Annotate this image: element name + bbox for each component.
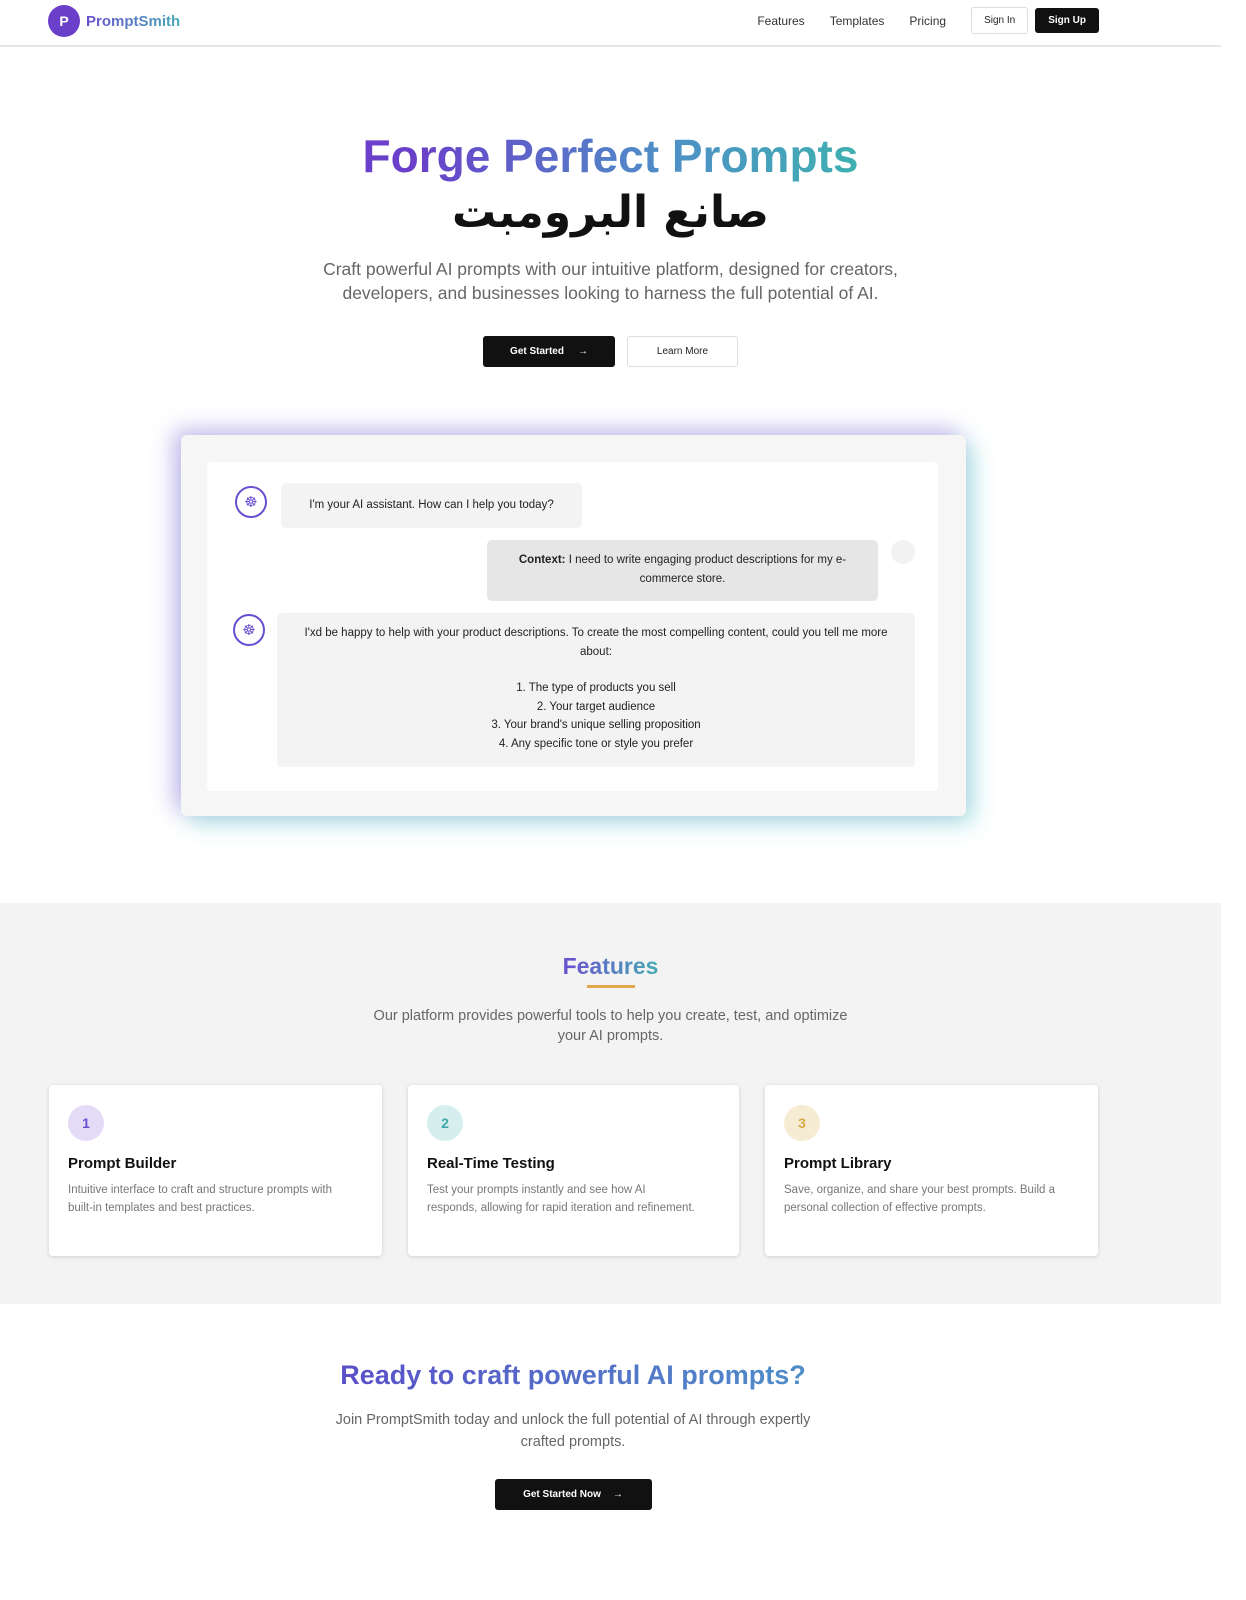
get-started-now-button[interactable]: Get Started Now → [494, 1479, 652, 1510]
brand-name: PromptSmith [86, 12, 181, 30]
feature-title: Real-Time Testing [427, 1155, 555, 1172]
hero-subtitle: Craft powerful AI prompts with our intui… [323, 259, 898, 303]
assistant-message: I'xd be happy to help with your product … [277, 613, 915, 767]
chat-demo: ☸ I'm your AI assistant. How can I help … [181, 435, 966, 816]
user-avatar [891, 540, 915, 564]
assistant-message: I'm your AI assistant. How can I help yo… [281, 483, 582, 528]
list-item: 1. The type of products you sell [516, 682, 676, 694]
get-started-label: Get Started [510, 346, 564, 357]
brain-icon: ☸ [235, 486, 267, 518]
feature-number: 2 [427, 1105, 463, 1141]
cta-title: Ready to craft powerful AI prompts? [340, 1360, 806, 1390]
feature-number: 1 [68, 1105, 104, 1141]
nav-pricing[interactable]: Pricing [909, 14, 946, 28]
nav-templates[interactable]: Templates [830, 14, 885, 28]
features-section: Features Our platform provides powerful … [0, 903, 1221, 1304]
feature-card: 3 Prompt Library Save, organize, and sha… [765, 1085, 1098, 1256]
get-started-button[interactable]: Get Started → [483, 336, 615, 367]
hero-title: Forge Perfect Prompts [362, 130, 859, 182]
cta-section: Ready to craft powerful AI prompts? Join… [0, 1360, 1146, 1510]
title-underline [586, 985, 635, 988]
logo-icon: P [48, 5, 80, 37]
assistant-intro: I'xd be happy to help with your product … [304, 627, 888, 658]
nav-features[interactable]: Features [757, 14, 804, 28]
feature-desc: Save, organize, and share your best prom… [784, 1184, 1056, 1214]
list-item: 2. Your target audience [536, 700, 656, 713]
sign-up-button[interactable]: Sign Up [1035, 8, 1099, 33]
user-message: Context: I need to write engaging produc… [487, 540, 878, 601]
user-message-text: I need to write engaging product descrip… [565, 554, 847, 585]
top-nav: P PromptSmith Features Templates Pricing… [0, 0, 1221, 47]
feature-card: 2 Real-Time Testing Test your prompts in… [408, 1085, 739, 1256]
features-subtitle: Our platform provides powerful tools to … [373, 1008, 848, 1044]
hero: Forge Perfect Prompts صانع البرومبت Craf… [0, 47, 1221, 367]
list-item: 4. Any specific tone or style you prefer [498, 737, 694, 750]
get-started-now-label: Get Started Now [523, 1489, 601, 1500]
feature-number: 3 [784, 1105, 820, 1141]
features-title: Features [562, 953, 659, 979]
hero-arabic-title: صانع البرومبت [451, 187, 769, 238]
feature-title: Prompt Builder [68, 1155, 177, 1172]
learn-more-button[interactable]: Learn More [627, 336, 738, 367]
feature-card: 1 Prompt Builder Intuitive interface to … [49, 1085, 382, 1256]
logo[interactable]: P PromptSmith [48, 5, 180, 37]
list-item: 3. Your brand's unique selling propositi… [491, 719, 701, 731]
brain-icon: ☸ [233, 614, 265, 646]
feature-desc: Intuitive interface to craft and structu… [68, 1184, 332, 1214]
feature-desc: Test your prompts instantly and see how … [427, 1184, 695, 1214]
arrow-right-icon: → [577, 346, 588, 357]
sign-in-button[interactable]: Sign In [971, 7, 1029, 34]
cta-subtitle: Join PromptSmith today and unlock the fu… [335, 1412, 811, 1450]
feature-title: Prompt Library [784, 1155, 892, 1172]
context-label: Context: [518, 554, 566, 566]
arrow-right-icon: → [612, 1489, 623, 1500]
chat-window: ☸ I'm your AI assistant. How can I help … [207, 462, 938, 791]
